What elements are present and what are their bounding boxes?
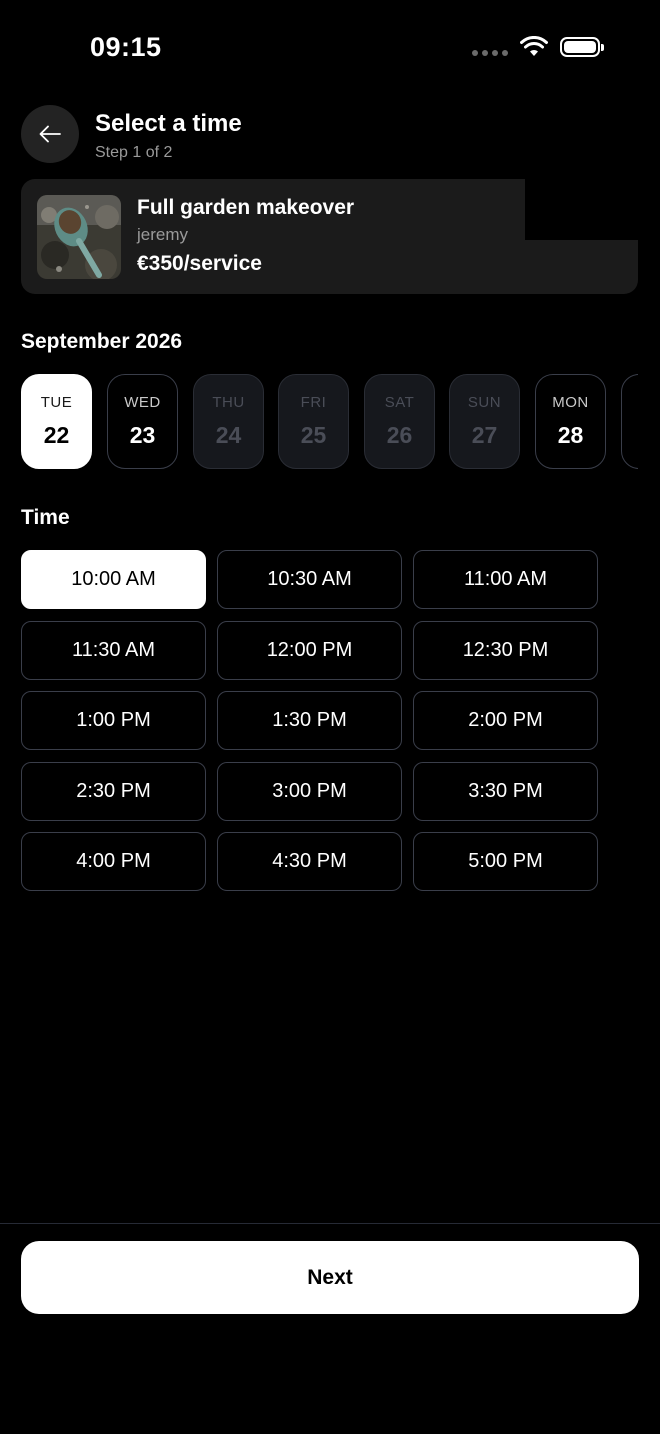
cellular-signal-icon: [472, 50, 508, 56]
time-slot[interactable]: 11:30 AM: [21, 621, 206, 680]
day-of-week: THU: [212, 394, 245, 411]
day-chip: SAT 26: [364, 374, 435, 469]
time-slot[interactable]: 12:30 PM: [413, 621, 598, 680]
time-slot[interactable]: 1:00 PM: [21, 691, 206, 750]
day-chip: THU 24: [193, 374, 264, 469]
time-slot[interactable]: 2:00 PM: [413, 691, 598, 750]
time-slot[interactable]: 1:30 PM: [217, 691, 402, 750]
footer-divider: [0, 1223, 660, 1224]
day-number: 26: [386, 422, 413, 448]
back-button[interactable]: [21, 105, 79, 163]
day-chip[interactable]: TUE 22: [21, 374, 92, 469]
time-slot[interactable]: 11:00 AM: [413, 550, 598, 609]
page-title: Select a time: [95, 110, 242, 137]
status-icons: [472, 36, 604, 58]
day-number: 25: [300, 422, 327, 448]
day-of-week: TUE: [40, 394, 73, 411]
time-slot[interactable]: 2:30 PM: [21, 762, 206, 821]
day-number: 22: [43, 422, 70, 448]
service-provider: jeremy: [137, 225, 189, 244]
time-slot[interactable]: 10:00 AM: [21, 550, 206, 609]
month-label: September 2026: [21, 330, 183, 353]
day-number: 27: [471, 422, 498, 448]
wifi-icon: [520, 36, 548, 56]
day-of-week: WED: [124, 394, 161, 411]
day-chip: FRI 25: [278, 374, 349, 469]
day-of-week: SUN: [467, 394, 502, 411]
service-thumbnail: [37, 195, 121, 279]
next-button[interactable]: Next: [21, 1241, 639, 1314]
day-number: 23: [129, 422, 156, 448]
day-of-week: MON: [552, 394, 589, 411]
card-notch: [525, 179, 638, 240]
service-price: €350/service: [137, 252, 262, 275]
time-slot[interactable]: 12:00 PM: [217, 621, 402, 680]
battery-icon: [560, 37, 604, 57]
date-picker: TUE 22 WED 23 THU 24 FRI 25 SAT 26 SUN 2…: [21, 374, 638, 472]
time-section-label: Time: [21, 506, 70, 529]
time-slot[interactable]: 4:00 PM: [21, 832, 206, 891]
day-chip[interactable]: [621, 374, 638, 469]
day-chip: SUN 27: [449, 374, 520, 469]
day-chip[interactable]: MON 28: [535, 374, 606, 469]
day-of-week: FRI: [300, 394, 327, 411]
day-number: 24: [215, 422, 242, 448]
booking-screen: 09:15 Select a time Step 1 of 2 Full gar…: [0, 0, 660, 1434]
time-slot[interactable]: 4:30 PM: [217, 832, 402, 891]
status-time: 09:15: [90, 32, 162, 62]
time-slot[interactable]: 3:30 PM: [413, 762, 598, 821]
service-title: Full garden makeover: [137, 196, 355, 219]
day-chip[interactable]: WED 23: [107, 374, 178, 469]
day-of-week: SAT: [384, 394, 415, 411]
arrow-left-icon: [39, 125, 61, 143]
day-number: 28: [557, 422, 584, 448]
time-slot[interactable]: 10:30 AM: [217, 550, 402, 609]
time-slot[interactable]: 5:00 PM: [413, 832, 598, 891]
step-indicator: Step 1 of 2: [95, 144, 173, 161]
time-slot[interactable]: 3:00 PM: [217, 762, 402, 821]
